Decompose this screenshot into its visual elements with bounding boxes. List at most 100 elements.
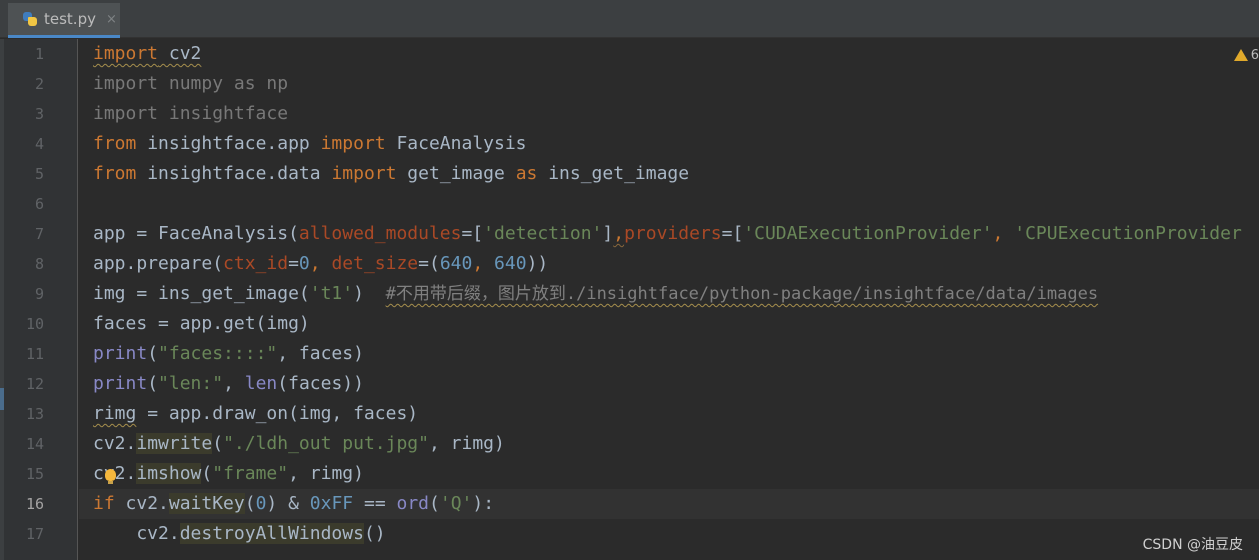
- line-number: 11: [25, 345, 44, 363]
- string: 'CPUExecutionProvider: [1014, 223, 1242, 244]
- code-text: = app.draw_on(img, faces): [136, 403, 419, 424]
- line-number: 15: [25, 465, 44, 483]
- code-text: (: [201, 463, 213, 484]
- close-icon[interactable]: ×: [106, 12, 117, 27]
- number: 640: [494, 253, 527, 274]
- code-line-4[interactable]: from insightface.app import FaceAnalysis: [93, 129, 527, 159]
- builtin: print: [93, 343, 148, 364]
- comma: ,: [992, 223, 1015, 244]
- code-text: app = FaceAnalysis(: [93, 223, 299, 244]
- unresolved-reference: destroyAllWindows: [179, 523, 364, 544]
- string: 'Q': [439, 493, 473, 514]
- code-line-15[interactable]: cv2.imshow("frame", rimg): [93, 459, 364, 489]
- code-text: app.prepare(: [93, 253, 224, 274]
- code-text: ): [353, 283, 386, 304]
- code-text: (: [147, 373, 159, 394]
- inspection-widget[interactable]: 6: [1233, 45, 1259, 65]
- watermark: CSDN @油豆皮: [1142, 537, 1243, 553]
- warning-icon: [1233, 49, 1248, 61]
- builtin: print: [93, 373, 148, 394]
- lightbulb-icon[interactable]: [105, 469, 116, 484]
- code-line-14[interactable]: cv2.imwrite("./ldh_out put.jpg", rimg): [93, 429, 505, 459]
- code-text: cv2.: [114, 493, 169, 514]
- code-text: faces = app.get(img): [93, 313, 310, 334]
- identifier: ins_get_image: [537, 163, 690, 184]
- line-number: 1: [34, 45, 44, 63]
- code-text: cv2.: [93, 523, 180, 544]
- parameter: allowed_modules: [298, 223, 462, 244]
- code-text: img = ins_get_image(: [93, 283, 310, 304]
- unresolved-reference: imwrite: [136, 433, 213, 454]
- parameter: providers: [624, 223, 722, 244]
- builtin: len: [244, 373, 278, 394]
- unresolved-reference: waitKey: [168, 493, 245, 514]
- code-line-2[interactable]: import numpy as np: [93, 69, 288, 99]
- code-text: (: [429, 493, 440, 514]
- python-file-icon: [22, 11, 38, 27]
- code-line-16[interactable]: if cv2.waitKey(0) & 0xFF == ord('Q'):: [93, 489, 494, 519]
- code-line-13[interactable]: rimg = app.draw_on(img, faces): [93, 399, 418, 429]
- comma: ,: [472, 253, 495, 274]
- code-line-5[interactable]: from insightface.data import get_image a…: [93, 159, 689, 189]
- line-number: 12: [25, 375, 44, 393]
- number: 640: [439, 253, 473, 274]
- warning-count: 6: [1250, 47, 1259, 63]
- code-text: (: [244, 493, 256, 514]
- line-number: 2: [34, 75, 44, 93]
- line-number-gutter[interactable]: 1 2 3 4 5 6 7 8 9 10 11 12 13 14 15 16 1…: [0, 39, 78, 560]
- code-text: ) &: [266, 493, 310, 514]
- line-number: 6: [34, 195, 44, 213]
- keyword: from: [93, 163, 137, 184]
- string: 't1': [309, 283, 354, 304]
- unused-import: import insightface: [93, 103, 289, 124]
- code-text: , rimg): [428, 433, 505, 454]
- code-text: =[: [721, 223, 744, 244]
- code-line-17[interactable]: cv2.destroyAllWindows(): [93, 519, 386, 549]
- line-number: 4: [34, 135, 44, 153]
- identifier: cv2: [158, 43, 202, 64]
- string: 'detection': [483, 223, 603, 244]
- code-text: )): [526, 253, 549, 274]
- code-line-8[interactable]: app.prepare(ctx_id=0, det_size=(640, 640…: [93, 249, 548, 279]
- comma: ,: [309, 253, 332, 274]
- identifier: rimg: [93, 403, 137, 424]
- number: 0: [255, 493, 267, 514]
- code-text: ]: [602, 223, 614, 244]
- code-line-12[interactable]: print("len:", len(faces)): [93, 369, 364, 399]
- identifier: FaceAnalysis: [385, 133, 527, 154]
- keyword: import: [320, 133, 386, 154]
- comma: ,: [613, 223, 625, 244]
- line-number: 14: [25, 435, 44, 453]
- line-number: 5: [34, 165, 44, 183]
- identifier: insightface.app: [136, 133, 321, 154]
- parameter: ctx_id: [223, 253, 289, 274]
- tab-test-py[interactable]: test.py ×: [8, 3, 120, 38]
- string: "faces::::": [158, 343, 278, 364]
- line-number: 8: [34, 255, 44, 273]
- string: 'CUDAExecutionProvider': [743, 223, 993, 244]
- code-line-10[interactable]: faces = app.get(img): [93, 309, 310, 339]
- line-number: 17: [25, 525, 44, 543]
- line-number-current: 16: [25, 495, 44, 513]
- code-text: =[: [461, 223, 484, 244]
- parameter: det_size: [331, 253, 419, 274]
- number: 0xFF: [309, 493, 354, 514]
- keyword: import: [331, 163, 397, 184]
- code-text: (): [363, 523, 386, 544]
- code-text: , faces): [277, 343, 364, 364]
- line-number: 10: [25, 315, 44, 333]
- code-text: (: [147, 343, 159, 364]
- code-text: , rimg): [288, 463, 364, 484]
- code-line-3[interactable]: import insightface: [93, 99, 288, 129]
- structure-marker[interactable]: [0, 388, 4, 410]
- keyword: from: [93, 133, 137, 154]
- code-line-7[interactable]: app = FaceAnalysis(allowed_modules=['det…: [93, 219, 1242, 249]
- number: 0: [298, 253, 310, 274]
- builtin: ord: [396, 493, 430, 514]
- code-line-1[interactable]: import cv2: [93, 39, 201, 69]
- code-line-9[interactable]: img = ins_get_image('t1') #不用带后缀，图片放到./i…: [93, 279, 1098, 309]
- code-text: ,: [223, 373, 245, 394]
- code-line-11[interactable]: print("faces::::", faces): [93, 339, 364, 369]
- comment: #不用带后缀，图片放到./insightface/python-package/…: [385, 284, 1099, 304]
- string: "./ldh_out put.jpg": [223, 433, 429, 454]
